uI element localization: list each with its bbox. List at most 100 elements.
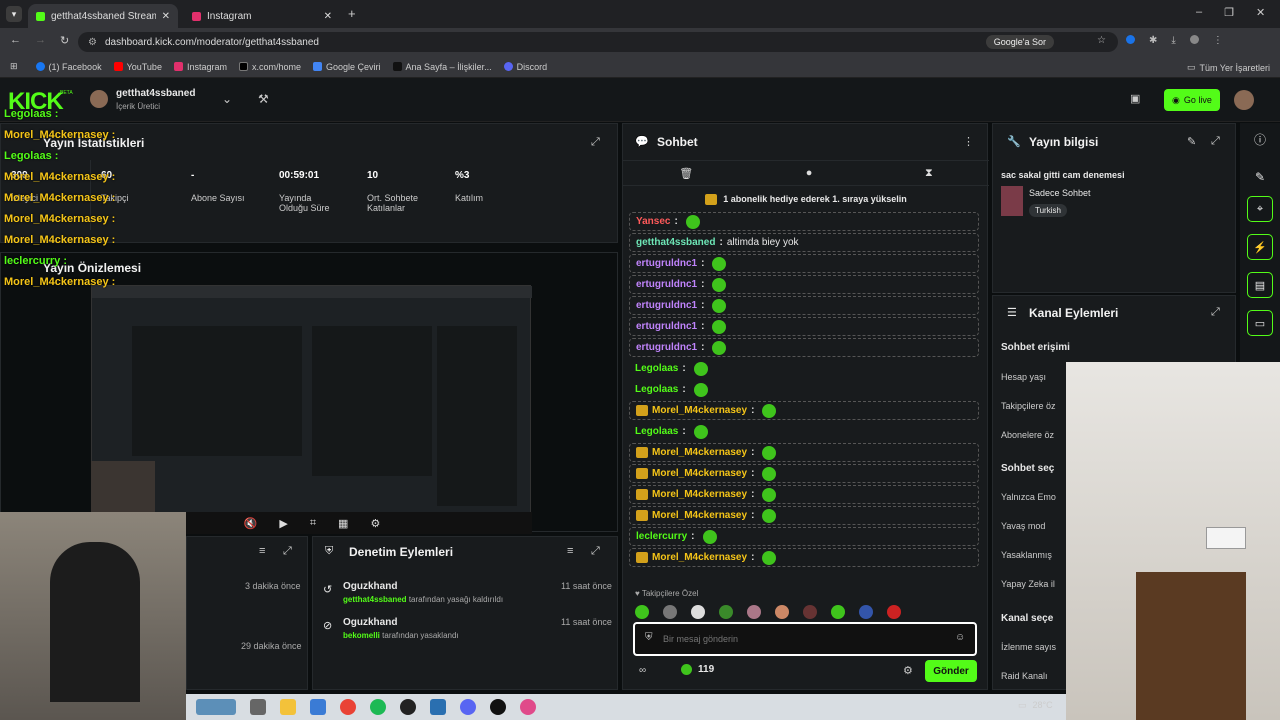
target-icon[interactable]: ⌖ bbox=[1247, 196, 1273, 222]
chat-message[interactable]: Morel_M4ckernasey: bbox=[629, 443, 979, 462]
chat-message[interactable]: Legolaas: bbox=[629, 380, 979, 399]
extension-icon[interactable] bbox=[1126, 35, 1135, 44]
site-info-icon[interactable]: ⚙ bbox=[88, 37, 97, 48]
gift-banner[interactable]: 1 abonelik hediye ederek 1. sıraya yükse… bbox=[623, 188, 989, 210]
bookmark-instagram[interactable]: Instagram bbox=[173, 62, 227, 72]
chat-username[interactable]: Morel_M4ckernasey bbox=[652, 405, 747, 416]
chat-username[interactable]: ertugruldnc1 bbox=[636, 258, 697, 269]
close-icon[interactable]: ✕ bbox=[324, 11, 332, 22]
clipboard-icon[interactable]: ▤ bbox=[1247, 272, 1273, 298]
expand-icon[interactable]: ⤢ bbox=[1211, 306, 1220, 319]
edit-icon[interactable]: ✎ bbox=[1187, 135, 1196, 148]
chat-message[interactable]: Morel_M4ckernasey: bbox=[629, 401, 979, 420]
user-avatar[interactable] bbox=[1234, 90, 1254, 110]
chat-message[interactable]: ertugruldnc1: bbox=[629, 338, 979, 357]
message-input[interactable] bbox=[663, 630, 943, 648]
emote-icon[interactable] bbox=[635, 605, 649, 619]
emoji-icon[interactable]: ☺ bbox=[955, 632, 965, 643]
clip-icon[interactable]: ▦ bbox=[338, 517, 348, 530]
emote-icon[interactable] bbox=[831, 605, 845, 619]
bookmark-x[interactable]: x.com/home bbox=[238, 62, 301, 72]
chat-username[interactable]: Morel_M4ckernasey bbox=[652, 447, 747, 458]
view-count-setting[interactable]: İzlenme sayıs bbox=[1001, 642, 1056, 652]
info-icon[interactable]: ⓘ bbox=[1254, 131, 1266, 148]
new-tab-icon[interactable]: + bbox=[348, 6, 356, 21]
settings-app-icon[interactable] bbox=[430, 699, 446, 715]
chat-message[interactable]: Morel_M4ckernasey: bbox=[629, 548, 979, 567]
raid-channel-setting[interactable]: Raid Kanalı bbox=[1001, 671, 1048, 681]
mute-icon[interactable]: 🔇 bbox=[244, 517, 258, 530]
slow-mode-setting[interactable]: Yavaş mod bbox=[1001, 521, 1045, 531]
back-icon[interactable]: ← bbox=[10, 34, 21, 47]
crop-icon[interactable]: ⌗ bbox=[310, 517, 316, 530]
chat-message[interactable]: Morel_M4ckernasey: bbox=[629, 485, 979, 504]
tab-kick[interactable]: getthat4ssbaned Stream - Kick ✕ bbox=[28, 4, 178, 28]
chat-username[interactable]: Legolaas bbox=[635, 363, 678, 374]
chat-message[interactable]: Legolaas: bbox=[629, 422, 979, 441]
minimize-icon[interactable]: – bbox=[1196, 6, 1202, 19]
forward-icon[interactable]: → bbox=[35, 34, 46, 47]
chat-message[interactable]: Morel_M4ckernasey: bbox=[629, 464, 979, 483]
spotify-icon[interactable] bbox=[370, 699, 386, 715]
avatar[interactable] bbox=[90, 90, 108, 108]
hammer-icon[interactable]: ⚒ bbox=[258, 92, 269, 106]
chat-message[interactable]: leclercurry: bbox=[629, 527, 979, 546]
more-icon[interactable]: ⋮ bbox=[963, 135, 974, 148]
studio-icon[interactable]: ▣ bbox=[1130, 92, 1140, 105]
go-live-button[interactable]: ◉ Go live bbox=[1164, 89, 1220, 111]
tray-icon[interactable]: ▭ bbox=[1018, 700, 1027, 711]
emote-only-setting[interactable]: Yalnızca Emo bbox=[1001, 492, 1056, 502]
chat-message[interactable]: Legolaas: bbox=[629, 359, 979, 378]
chat-bubble-icon[interactable]: ▭ bbox=[1247, 310, 1273, 336]
filter-icon[interactable]: ≡ bbox=[259, 545, 265, 557]
widget-icon[interactable] bbox=[196, 699, 236, 715]
chat-message[interactable]: Morel_M4ckernasey: bbox=[629, 506, 979, 525]
chat-username[interactable]: ertugruldnc1 bbox=[636, 279, 697, 290]
star-icon[interactable]: ☆ bbox=[1097, 35, 1106, 46]
emote-icon[interactable] bbox=[803, 605, 817, 619]
account-age-setting[interactable]: Hesap yaşı bbox=[1001, 372, 1046, 382]
bookmark-home[interactable]: Ana Sayfa – İlişkiler... bbox=[392, 62, 492, 72]
chat-bubble-icon[interactable]: ● bbox=[806, 167, 813, 179]
subscribers-only-setting[interactable]: Abonelere öz bbox=[1001, 430, 1054, 440]
bookmark-facebook[interactable]: (1) Facebook bbox=[35, 62, 102, 72]
settings-icon[interactable]: ⚙ bbox=[903, 664, 913, 677]
message-input-box[interactable]: ⛨ ☺ bbox=[633, 622, 977, 656]
tab-menu-icon[interactable]: ▾ bbox=[6, 6, 22, 22]
hourglass-icon[interactable]: ⧗ bbox=[925, 167, 933, 180]
obs-icon[interactable] bbox=[490, 699, 506, 715]
chat-username[interactable]: Legolaas bbox=[635, 426, 678, 437]
expand-icon[interactable]: ⤢ bbox=[591, 545, 600, 558]
discord-icon[interactable] bbox=[460, 699, 476, 715]
category-name[interactable]: Sadece Sohbet bbox=[1029, 188, 1091, 198]
bookmark-translate[interactable]: Google Çeviri bbox=[313, 62, 381, 72]
expand-icon[interactable]: ⤢ bbox=[1211, 135, 1220, 148]
chat-message[interactable]: ertugruldnc1: bbox=[629, 254, 979, 273]
trash-icon[interactable]: 🗑 bbox=[679, 167, 693, 180]
emote-icon[interactable] bbox=[719, 605, 733, 619]
download-icon[interactable]: ⤓ bbox=[1171, 35, 1175, 46]
emote-icon[interactable] bbox=[775, 605, 789, 619]
chevron-down-icon[interactable]: ⌄ bbox=[222, 92, 232, 106]
stream-preview-video[interactable]: 🔇 ▶ ⌗ ▦ ⚙ bbox=[91, 285, 532, 534]
ai-moderation-setting[interactable]: Yapay Zeka il bbox=[1001, 579, 1055, 589]
close-icon[interactable]: ✕ bbox=[162, 11, 170, 22]
chat-username[interactable]: Yansec bbox=[636, 216, 670, 227]
reload-icon[interactable]: ↻ bbox=[60, 34, 69, 47]
emote-icon[interactable] bbox=[859, 605, 873, 619]
chat-message[interactable]: ertugruldnc1: bbox=[629, 296, 979, 315]
send-button[interactable]: Gönder bbox=[925, 660, 977, 682]
chat-username[interactable]: Legolaas bbox=[635, 384, 678, 395]
chat-username[interactable]: Morel_M4ckernasey bbox=[652, 468, 747, 479]
chat-message[interactable]: Yansec: bbox=[629, 212, 979, 231]
camera-icon[interactable]: ▶ bbox=[279, 517, 287, 530]
chrome-icon[interactable] bbox=[340, 699, 356, 715]
url-field[interactable]: ⚙ dashboard.kick.com/moderator/getthat4s… bbox=[78, 32, 1118, 52]
chat-message[interactable]: ertugruldnc1: bbox=[629, 317, 979, 336]
followers-only-setting[interactable]: Takipçilere öz bbox=[1001, 401, 1056, 411]
task-view-icon[interactable] bbox=[250, 699, 266, 715]
restore-icon[interactable]: ❐ bbox=[1224, 6, 1234, 19]
all-bookmarks[interactable]: ▭ Tüm Yer İşaretleri bbox=[1187, 62, 1270, 73]
puzzle-icon[interactable]: ✱ bbox=[1149, 35, 1157, 46]
menu-icon[interactable]: ⋮ bbox=[1213, 35, 1223, 46]
